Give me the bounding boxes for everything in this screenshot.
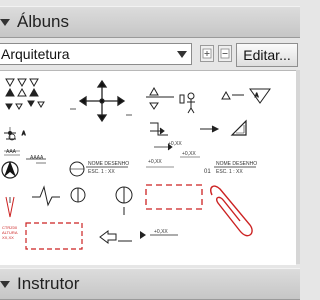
paperclip-symbol[interactable] bbox=[210, 185, 253, 237]
add-album-button[interactable] bbox=[200, 45, 214, 62]
instructor-title: Instrutor bbox=[17, 274, 80, 293]
elevation-marker-red[interactable]: CTRZ00 ALTURA XX,XX bbox=[2, 196, 18, 240]
remove-album-button[interactable] bbox=[218, 45, 232, 62]
album-select-value: Arquitetura bbox=[1, 46, 70, 62]
svg-text:XX,XX: XX,XX bbox=[2, 235, 14, 240]
svg-text:+0,XX: +0,XX bbox=[148, 159, 162, 165]
svg-text:ESC. 1 : XX: ESC. 1 : XX bbox=[216, 169, 243, 175]
svg-text:NOME DESENHO: NOME DESENHO bbox=[88, 161, 129, 167]
svg-text:AAAA: AAAA bbox=[30, 155, 44, 161]
dashed-rectangle-symbol[interactable] bbox=[145, 184, 203, 210]
albums-title: Álbuns bbox=[17, 12, 69, 31]
album-select[interactable]: Arquitetura bbox=[0, 43, 192, 65]
gallery-scrollbar[interactable] bbox=[296, 70, 300, 264]
arrow-symbol[interactable] bbox=[99, 230, 132, 244]
svg-text:NOME DESENHO: NOME DESENHO bbox=[216, 161, 257, 167]
break-line-symbol[interactable] bbox=[32, 185, 60, 207]
chevron-down-icon bbox=[177, 51, 187, 58]
svg-text:ESC. 1 : XX: ESC. 1 : XX bbox=[88, 169, 115, 175]
chevron-down-icon[interactable] bbox=[0, 278, 12, 290]
corner-triangle-symbol[interactable] bbox=[230, 119, 247, 136]
chevron-down-icon[interactable] bbox=[0, 16, 12, 28]
edit-album-button[interactable]: Editar... bbox=[236, 43, 298, 67]
person-symbol[interactable] bbox=[179, 92, 195, 114]
drawing-title-block-symbol-2[interactable]: 01 NOME DESENHO ESC. 1 : XX bbox=[204, 161, 257, 175]
remove-icon bbox=[220, 48, 230, 59]
svg-text:+0,XX: +0,XX bbox=[182, 151, 196, 157]
drawing-title-block-symbol[interactable]: NOME DESENHO ESC. 1 : XX bbox=[69, 161, 129, 177]
instructor-section-header[interactable]: Instrutor bbox=[0, 268, 300, 300]
svg-text:+0,XX: +0,XX bbox=[168, 141, 182, 147]
dashed-rectangle-symbol-2[interactable] bbox=[25, 222, 83, 250]
svg-text:A: A bbox=[255, 93, 259, 99]
cutting-line-symbol[interactable] bbox=[150, 122, 220, 136]
svg-text:01: 01 bbox=[204, 169, 211, 175]
section-arrow-symbol[interactable]: +0,XX bbox=[140, 229, 178, 239]
albums-section-header[interactable]: Álbuns bbox=[0, 6, 300, 38]
albums-toolbar: Arquitetura Editar... bbox=[0, 40, 300, 70]
axis-cross-symbol[interactable] bbox=[70, 79, 132, 123]
svg-text:A: A bbox=[22, 131, 26, 137]
symbol-gallery[interactable]: A A AAA AAAA +0,XX +0,XX +0,XX NOME DESE… bbox=[0, 70, 296, 265]
add-icon bbox=[202, 48, 212, 59]
svg-text:AAA: AAA bbox=[6, 149, 17, 155]
level-triangle-symbol[interactable] bbox=[146, 86, 174, 110]
triangle-markers-symbol[interactable] bbox=[5, 78, 45, 110]
svg-text:+0,XX: +0,XX bbox=[154, 229, 168, 235]
circle-marker-symbol[interactable] bbox=[70, 186, 133, 215]
north-arrow-symbol[interactable] bbox=[1, 161, 19, 179]
elevation-triangle-symbol[interactable]: A bbox=[221, 88, 271, 104]
